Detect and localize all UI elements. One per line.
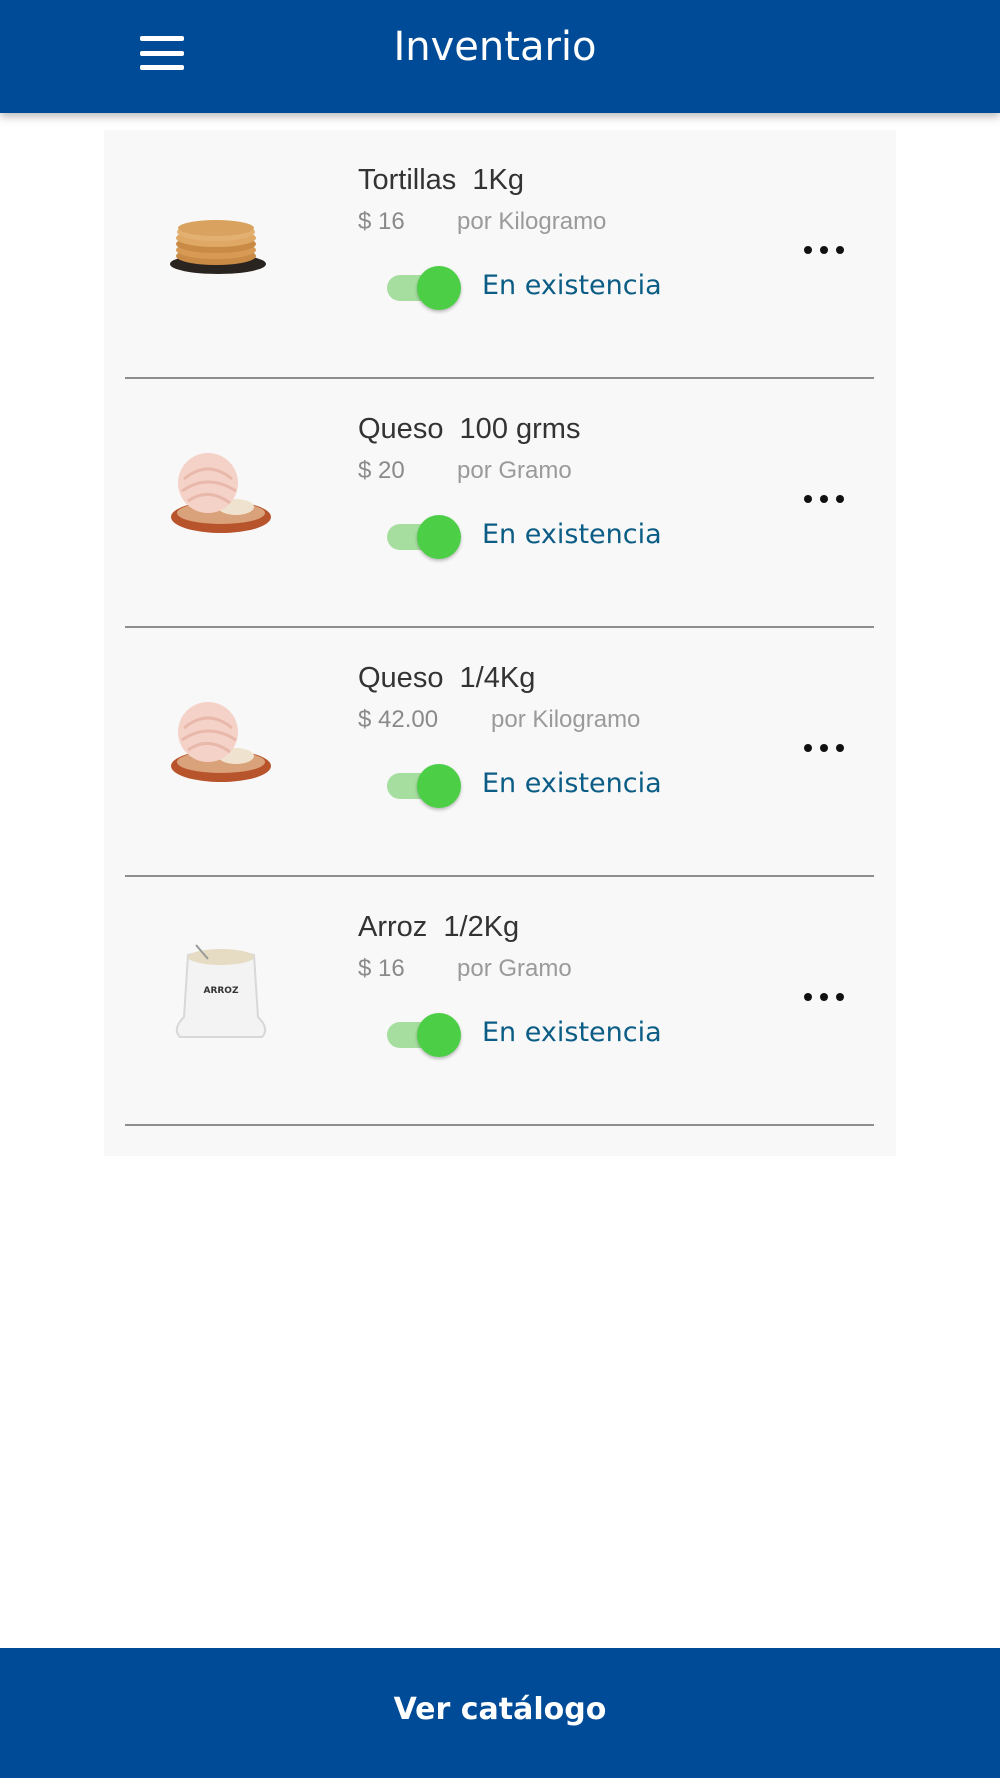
stock-toggle[interactable] [385, 515, 463, 559]
stock-toggle[interactable] [385, 1013, 463, 1057]
more-options-icon[interactable] [804, 240, 844, 260]
product-price: $ 16 [358, 955, 405, 982]
more-options-icon[interactable] [804, 738, 844, 758]
product-unit: por Gramo [457, 955, 572, 982]
cheese-image [171, 453, 271, 533]
product-price: $ 16 [358, 208, 405, 235]
list-item: Queso 100 grms $ 20 por Gramo En existen… [104, 379, 896, 628]
product-unit: por Kilogramo [491, 706, 641, 733]
tortillas-image [170, 220, 266, 274]
list-item: ARROZ Arroz 1/2Kg $ 16 por Gramo En exis… [104, 877, 896, 1126]
list-item: Tortillas 1Kg $ 16 por Kilogramo En exis… [104, 130, 896, 379]
cheese-image [171, 702, 271, 782]
toggle-knob [417, 1013, 461, 1057]
page-title: Inventario [393, 24, 597, 70]
product-name: Arroz 1/2Kg [358, 911, 520, 943]
rice-sack-image: ARROZ [175, 944, 267, 1038]
view-catalog-label: Ver catálogo [393, 1692, 607, 1727]
toggle-knob [417, 266, 461, 310]
stock-status: En existencia [482, 519, 662, 550]
toggle-knob [417, 515, 461, 559]
more-options-icon[interactable] [804, 987, 844, 1007]
product-name: Queso 100 grms [358, 413, 581, 445]
inventory-list: Tortillas 1Kg $ 16 por Kilogramo En exis… [104, 130, 896, 1156]
stock-status: En existencia [482, 1017, 662, 1048]
product-price: $ 42.00 [358, 706, 439, 733]
rice-sack-label: ARROZ [203, 986, 238, 996]
stock-status: En existencia [482, 270, 662, 301]
product-unit: por Gramo [457, 457, 572, 484]
stock-toggle[interactable] [385, 266, 463, 310]
toggle-knob [417, 764, 461, 808]
product-name: Tortillas 1Kg [358, 164, 525, 196]
app-header: Inventario [0, 0, 1000, 113]
product-unit: por Kilogramo [457, 208, 607, 235]
divider [125, 1124, 874, 1126]
product-name: Queso 1/4Kg [358, 662, 536, 694]
view-catalog-button[interactable]: Ver catálogo [0, 1648, 1000, 1778]
stock-status: En existencia [482, 768, 662, 799]
stock-toggle[interactable] [385, 764, 463, 808]
more-options-icon[interactable] [804, 489, 844, 509]
product-price: $ 20 [358, 457, 405, 484]
list-item: Queso 1/4Kg $ 42.00 por Kilogramo En exi… [104, 628, 896, 877]
